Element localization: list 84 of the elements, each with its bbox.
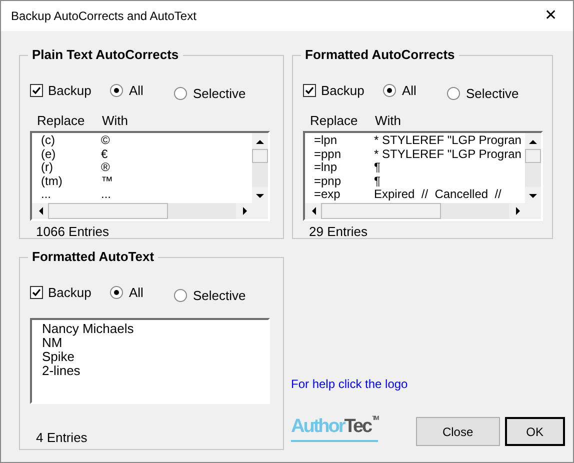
logo-text: Author bbox=[291, 415, 344, 439]
table-cell-text: =exp bbox=[313, 188, 342, 202]
scroll-thumb[interactable] bbox=[252, 149, 268, 163]
table-cell: ¶ bbox=[374, 161, 380, 174]
table-cell-text: (e) bbox=[40, 148, 57, 161]
radio-label: Selective bbox=[466, 85, 519, 103]
entry-count: 29 Entries bbox=[309, 223, 369, 241]
table-cell-text: =pnp bbox=[313, 174, 342, 188]
column-header: Replace bbox=[37, 112, 86, 130]
list-item[interactable]: 2-lines bbox=[42, 364, 268, 378]
help-link[interactable]: For help click the logo bbox=[291, 375, 573, 393]
table-cell: © bbox=[101, 134, 110, 148]
arrow-down-icon bbox=[255, 192, 265, 198]
checkbox[interactable] bbox=[303, 84, 316, 98]
checkbox-label: Backup bbox=[48, 82, 92, 100]
table-cell-text: (c) bbox=[40, 134, 56, 148]
close-button[interactable]: ✕ bbox=[529, 1, 573, 31]
radio-button[interactable] bbox=[383, 84, 396, 98]
table-cell: * STYLEREF "LGP Progran bbox=[374, 134, 522, 148]
radio-label: All bbox=[129, 82, 144, 100]
check-icon bbox=[32, 288, 41, 298]
horizontal-scrollbar[interactable] bbox=[32, 203, 252, 219]
table-cell-text: (r) bbox=[40, 161, 53, 174]
scroll-right-button[interactable] bbox=[236, 203, 252, 219]
checkbox-label: Backup bbox=[321, 82, 364, 100]
table-cell: € bbox=[101, 148, 108, 161]
table-cell: ¶ bbox=[374, 174, 380, 188]
list-item[interactable]: Nancy Michaels bbox=[42, 322, 268, 336]
scroll-up-button[interactable] bbox=[525, 133, 541, 149]
column-header: With bbox=[102, 112, 128, 130]
table-cell-text: =lpn bbox=[313, 134, 338, 148]
radio-label: Selective bbox=[193, 287, 246, 305]
scroll-thumb[interactable] bbox=[321, 203, 441, 219]
radio-button[interactable] bbox=[174, 289, 187, 302]
scroll-thumb[interactable] bbox=[525, 149, 541, 163]
checkbox-label: Backup bbox=[48, 284, 92, 302]
radio-button[interactable] bbox=[110, 84, 123, 98]
table-cell-text: (tm) bbox=[40, 174, 64, 188]
check-icon bbox=[32, 86, 41, 96]
scroll-right-button[interactable] bbox=[509, 203, 525, 219]
entry-count: 4 Entries bbox=[36, 428, 88, 446]
table-cell-text: =lnp bbox=[313, 161, 338, 174]
arrow-down-icon bbox=[528, 192, 538, 198]
arrow-up-icon bbox=[528, 138, 538, 144]
column-header: With bbox=[375, 112, 401, 130]
list-item[interactable]: Spike bbox=[42, 350, 268, 364]
horizontal-scrollbar[interactable] bbox=[305, 203, 525, 219]
table-cell: * STYLEREF "LGP Progran bbox=[374, 148, 522, 161]
scroll-down-button[interactable] bbox=[525, 187, 541, 203]
radio-label: All bbox=[402, 82, 416, 100]
scroll-up-button[interactable] bbox=[252, 133, 268, 149]
radio-button[interactable] bbox=[174, 87, 187, 100]
radio-button[interactable] bbox=[447, 87, 460, 100]
arrow-right-icon bbox=[240, 206, 248, 216]
scroll-down-button[interactable] bbox=[252, 187, 268, 203]
arrow-left-icon bbox=[36, 206, 44, 216]
arrow-up-icon bbox=[255, 138, 265, 144]
list-box[interactable]: Nancy Michaels NM Spike 2-lines bbox=[30, 318, 270, 404]
table-cell: ™ bbox=[101, 174, 113, 188]
window-title: Backup AutoCorrects and AutoText bbox=[11, 8, 196, 25]
radio-label: All bbox=[129, 284, 144, 302]
table-cell-text: ... bbox=[40, 188, 52, 202]
arrow-right-icon bbox=[514, 206, 520, 216]
scroll-left-button[interactable] bbox=[305, 203, 321, 219]
checkbox[interactable] bbox=[30, 84, 43, 98]
radio-label: Selective bbox=[193, 85, 246, 103]
arrow-left-icon bbox=[310, 206, 316, 216]
table-cell: ... bbox=[101, 188, 112, 202]
radio-button[interactable] bbox=[110, 286, 123, 300]
vertical-scrollbar[interactable] bbox=[252, 133, 268, 203]
vertical-scrollbar[interactable] bbox=[525, 133, 541, 203]
check-icon bbox=[305, 86, 314, 96]
column-header: Replace bbox=[310, 112, 359, 130]
logo-text: Tec bbox=[344, 415, 372, 439]
dialog-button[interactable]: Close bbox=[416, 417, 500, 446]
table-cell-text: =ppn bbox=[313, 148, 342, 161]
scroll-thumb[interactable] bbox=[48, 203, 168, 219]
dialog-button[interactable]: OK bbox=[504, 417, 565, 446]
entry-count: 1066 Entries bbox=[36, 223, 110, 241]
table-cell: Expired // Cancelled // bbox=[374, 188, 502, 202]
scroll-left-button[interactable] bbox=[32, 203, 48, 219]
checkbox[interactable] bbox=[30, 286, 43, 300]
table-cell: ® bbox=[101, 161, 110, 174]
list-item[interactable]: NM bbox=[42, 336, 268, 350]
